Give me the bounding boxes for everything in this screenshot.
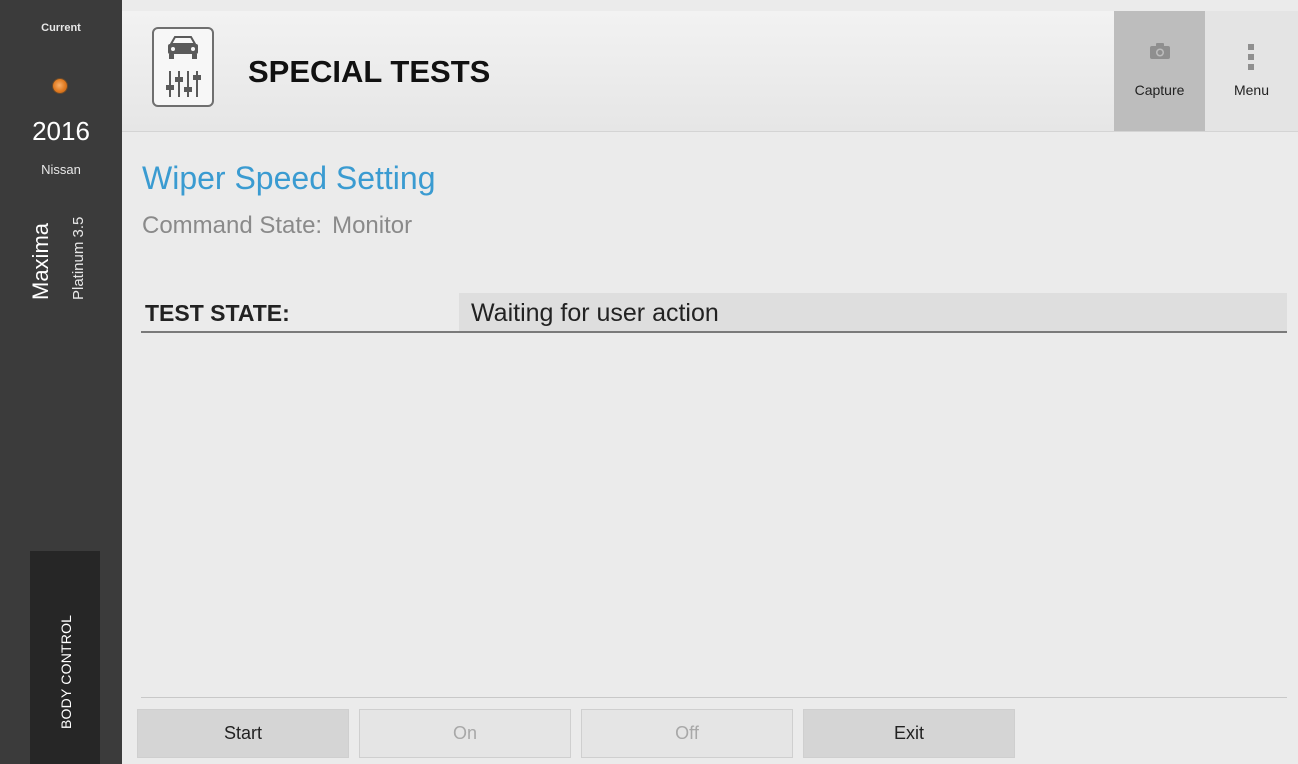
- page-title: SPECIAL TESTS: [248, 54, 491, 89]
- system-tab-label: BODY CONTROL: [58, 614, 74, 729]
- vehicle-sidebar: Current 2016 Nissan Maxima Platinum 3.5 …: [0, 0, 122, 764]
- capture-button[interactable]: Capture: [1114, 11, 1205, 131]
- test-state-row: TEST STATE: Waiting for user action: [141, 293, 1287, 333]
- command-state: Command State: Monitor: [142, 212, 412, 240]
- connection-status-icon: [53, 79, 67, 93]
- start-button[interactable]: Start: [137, 709, 349, 758]
- overflow-menu-icon: [1247, 44, 1255, 77]
- top-header: SPECIAL TESTS Capture Menu: [122, 11, 1298, 132]
- menu-button[interactable]: Menu: [1205, 11, 1298, 131]
- on-button[interactable]: On: [359, 709, 571, 758]
- system-tab-body-control[interactable]: BODY CONTROL: [30, 551, 100, 764]
- vehicle-model: Maxima: [28, 222, 53, 300]
- command-state-label: Command State:: [142, 212, 323, 239]
- menu-label: Menu: [1233, 82, 1270, 98]
- footer-divider: [141, 697, 1287, 698]
- test-state-value-box: Waiting for user action: [459, 293, 1287, 331]
- camera-icon: [1150, 43, 1170, 64]
- vehicle-model-block: Maxima Platinum 3.5: [28, 100, 98, 300]
- off-button[interactable]: Off: [581, 709, 793, 758]
- capture-label: Capture: [1134, 82, 1185, 98]
- command-state-value: Monitor: [332, 212, 413, 239]
- feature-title: Wiper Speed Setting: [142, 160, 436, 196]
- exit-button[interactable]: Exit: [803, 709, 1015, 758]
- vehicle-trim: Platinum 3.5: [70, 216, 87, 300]
- test-state-label: TEST STATE:: [145, 300, 290, 326]
- test-state-value: Waiting for user action: [471, 299, 719, 327]
- car-sliders-icon: [152, 27, 214, 107]
- current-label: Current: [41, 22, 81, 34]
